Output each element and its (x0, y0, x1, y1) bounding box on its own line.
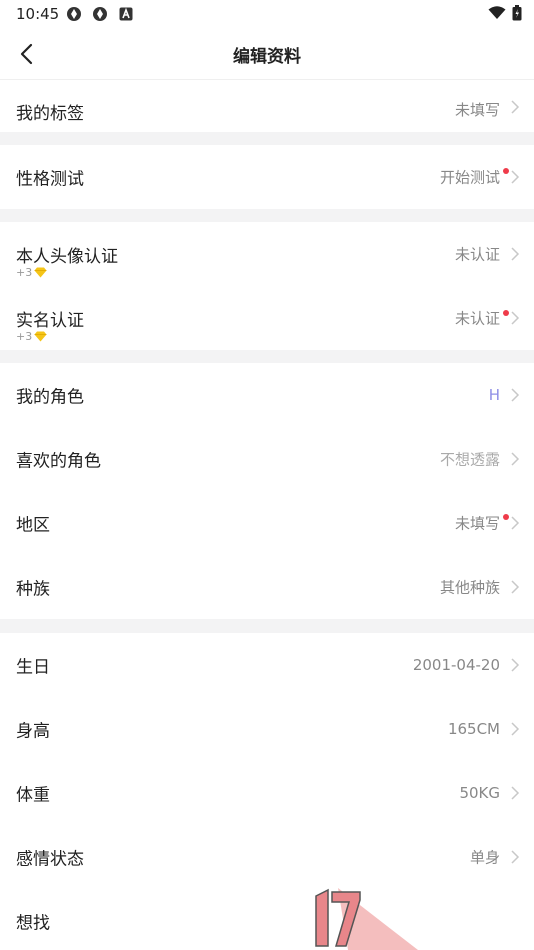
row-avatar-verify[interactable]: 本人头像认证 +3 未认证 (0, 222, 534, 286)
red-dot-badge (503, 310, 509, 316)
row-value: 165CM (447, 720, 500, 738)
row-liked-role[interactable]: 喜欢的角色 不想透露 (0, 427, 534, 491)
profile-form: 我的标签 未填写 性格测试 开始测试 本人头像认证 +3 未认证 实名认证 +3… (0, 80, 534, 950)
row-value: 2001-04-20 (412, 656, 500, 674)
chevron-right-icon (511, 786, 520, 800)
chevron-right-icon (511, 658, 520, 672)
app-icon (67, 7, 81, 21)
chevron-right-icon (511, 580, 520, 594)
app-icon (93, 7, 107, 21)
section-divider (0, 350, 534, 363)
chevron-right-icon (511, 452, 520, 466)
row-label: 种族 (16, 579, 50, 600)
row-value: 50KG (459, 784, 500, 802)
diamond-icon (34, 267, 47, 278)
nav-bar: 编辑资料 (0, 28, 534, 80)
row-birthday[interactable]: 生日 2001-04-20 (0, 633, 534, 697)
row-value: 未认证 (454, 245, 500, 264)
row-value: 未填写 (454, 514, 500, 533)
row-label: 喜欢的角色 (16, 451, 101, 472)
chevron-right-icon (511, 170, 520, 184)
chevron-right-icon (511, 388, 520, 402)
row-value: 未填写 (454, 101, 500, 119)
reward-hint: +3 (16, 330, 47, 343)
row-looking-for[interactable]: 想找 (0, 889, 534, 950)
diamond-icon (34, 331, 47, 342)
chevron-right-icon (511, 100, 520, 114)
row-height[interactable]: 身高 165CM (0, 697, 534, 761)
row-label: 地区 (16, 515, 50, 536)
row-label: 体重 (16, 785, 50, 806)
row-weight[interactable]: 体重 50KG (0, 761, 534, 825)
red-dot-badge (503, 168, 509, 174)
row-my-tags[interactable]: 我的标签 未填写 (0, 80, 534, 132)
chevron-right-icon (511, 311, 520, 325)
section-divider (0, 209, 534, 222)
row-race[interactable]: 种族 其他种族 (0, 555, 534, 619)
chevron-right-icon (511, 247, 520, 261)
row-relationship[interactable]: 感情状态 单身 (0, 825, 534, 889)
row-label: 感情状态 (16, 849, 84, 870)
watermark-logo (315, 888, 418, 950)
row-realname-verify[interactable]: 实名认证 +3 未认证 (0, 286, 534, 350)
reward-amount: +3 (16, 330, 33, 343)
row-value: 未认证 (454, 309, 500, 328)
row-label: 我的标签 (16, 104, 84, 124)
row-label: 实名认证 (16, 311, 84, 331)
row-label: 想找 (16, 913, 50, 934)
row-value: 开始测试 (439, 168, 500, 187)
notification-a-icon (119, 7, 133, 21)
row-label: 本人头像认证 (16, 247, 118, 267)
row-value: 不想透露 (439, 450, 500, 469)
chevron-right-icon (511, 722, 520, 736)
row-label: 性格测试 (16, 169, 84, 190)
wifi-icon (488, 6, 506, 19)
status-time: 10:45 (16, 5, 60, 23)
section-divider (0, 132, 534, 145)
status-bar: 10:45 (0, 0, 534, 28)
reward-hint: +3 (16, 266, 47, 279)
row-personality-test[interactable]: 性格测试 开始测试 (0, 145, 534, 209)
page-title: 编辑资料 (233, 47, 301, 67)
row-value: 单身 (469, 848, 500, 867)
battery-icon (512, 5, 522, 21)
row-my-role[interactable]: 我的角色 H (0, 363, 534, 427)
chevron-right-icon (511, 850, 520, 864)
row-value: H (488, 386, 500, 404)
chevron-right-icon (511, 516, 520, 530)
red-dot-badge (503, 514, 509, 520)
section-divider (0, 619, 534, 633)
row-value: 其他种族 (439, 578, 500, 597)
row-label: 身高 (16, 721, 50, 742)
row-region[interactable]: 地区 未填写 (0, 491, 534, 555)
row-label: 生日 (16, 657, 50, 678)
row-label: 我的角色 (16, 387, 84, 408)
reward-amount: +3 (16, 266, 33, 279)
